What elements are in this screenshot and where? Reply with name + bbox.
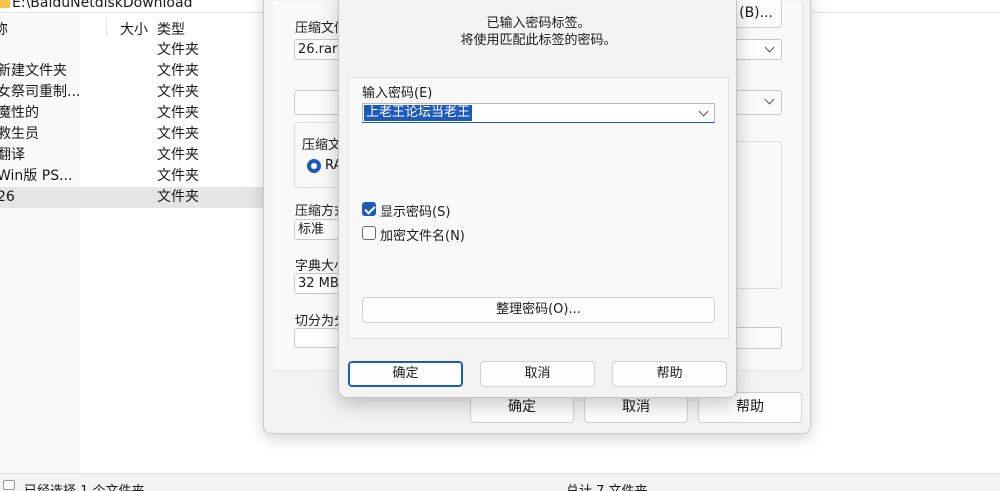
archive-name-label: 压缩文件 [295,21,341,36]
encrypt-filenames-label: 加密文件名(N) [380,229,465,244]
archive-options-group [735,141,782,289]
selection-icon [3,480,15,490]
status-total: 总计 7 文件夹 [566,480,648,491]
dictionary-size-combobox[interactable]: 32 MB [294,273,339,294]
compression-method-combobox[interactable]: 标准 [294,219,339,240]
archive-format-label: 压缩文 [302,138,338,153]
file-row[interactable]: 魔性的 文件夹 [0,103,265,124]
file-type: 文件夹 [157,189,199,205]
file-type: 文件夹 [157,42,199,58]
password-help-button[interactable]: 帮助 [612,361,727,387]
dictionary-size-value: 32 MB [298,276,339,291]
file-type: 文件夹 [157,105,199,121]
file-type: 文件夹 [157,126,199,142]
file-type: 文件夹 [157,147,199,163]
status-selected: 已经选择 1 个文件夹 [24,480,145,491]
file-list-header: 称 大小 类型 [0,16,265,38]
split-volumes-combobox[interactable] [294,328,339,348]
split-volumes-label: 切分为分 [295,314,339,329]
file-name: 26 [0,189,15,205]
file-row[interactable]: 新建文件夹 文件夹 [0,61,265,82]
file-name: . [0,40,79,61]
rar-format-radio[interactable] [307,159,321,173]
password-dialog: 已输入密码标签。 将使用匹配此标签的密码。 输入密码(E) 上老王论坛当老王 显… [338,0,737,398]
file-row[interactable]: 女祭司重制... 文件夹 [0,82,265,103]
file-row[interactable]: 翻译 文件夹 [0,145,265,166]
password-panel: 输入密码(E) 上老王论坛当老王 显示密码(S) 加密文件名(N) 整理密码(O… [348,77,729,339]
column-header-name[interactable]: 称 [0,19,8,39]
file-type: 文件夹 [157,63,199,79]
password-combobox[interactable]: 上老王论坛当老王 [362,103,715,123]
compression-method-label: 压缩方式 [295,204,341,219]
organize-passwords-button[interactable]: 整理密码(O)... [362,297,715,323]
file-name: 救生员 [0,126,39,142]
file-row-selected[interactable]: 26 文件夹 [0,187,265,208]
file-type: 文件夹 [157,84,199,100]
file-name: 翻译 [0,147,25,163]
folder-icon [0,0,10,8]
options-field[interactable] [735,327,782,349]
file-name: 新建文件夹 [0,63,67,79]
column-divider [106,18,107,36]
rar-format-label: RA [325,158,339,173]
dictionary-size-label: 字典大小 [295,259,339,274]
chevron-down-icon[interactable] [698,106,709,117]
password-ok-button[interactable]: 确定 [348,361,463,387]
show-password-checkbox[interactable] [362,202,376,216]
enter-password-label: 输入密码(E) [362,86,433,101]
compression-method-value: 标准 [298,222,325,237]
encrypt-filenames-checkbox[interactable] [362,226,376,240]
file-name: Win版 PS... [0,168,73,184]
file-row[interactable]: Win版 PS... 文件夹 [0,166,265,187]
file-row[interactable]: . 文件夹 [0,40,265,61]
file-type: 文件夹 [157,168,199,184]
status-bar: 已经选择 1 个文件夹 总计 7 文件夹 [0,473,1000,491]
archive-name-value: 26.rar [298,42,338,57]
show-password-label: 显示密码(S) [380,205,451,220]
file-row[interactable]: 救生员 文件夹 [0,124,265,145]
file-list: .文件夹 新建文件夹文件夹 女祭司重制...文件夹 魔性的文件夹 救生员文件夹 … [0,40,265,208]
password-label-hint: 将使用匹配此标签的密码。 [460,33,617,48]
column-header-type[interactable]: 类型 [157,19,185,39]
column-header-size[interactable]: 大小 [120,19,148,39]
file-name: 女祭司重制... [0,84,79,100]
path-text: E:\BaiduNetdiskDownload [12,0,193,11]
file-name: 魔性的 [0,105,39,121]
password-value: 上老王论坛当老王 [364,105,473,121]
password-cancel-button[interactable]: 取消 [480,361,595,387]
